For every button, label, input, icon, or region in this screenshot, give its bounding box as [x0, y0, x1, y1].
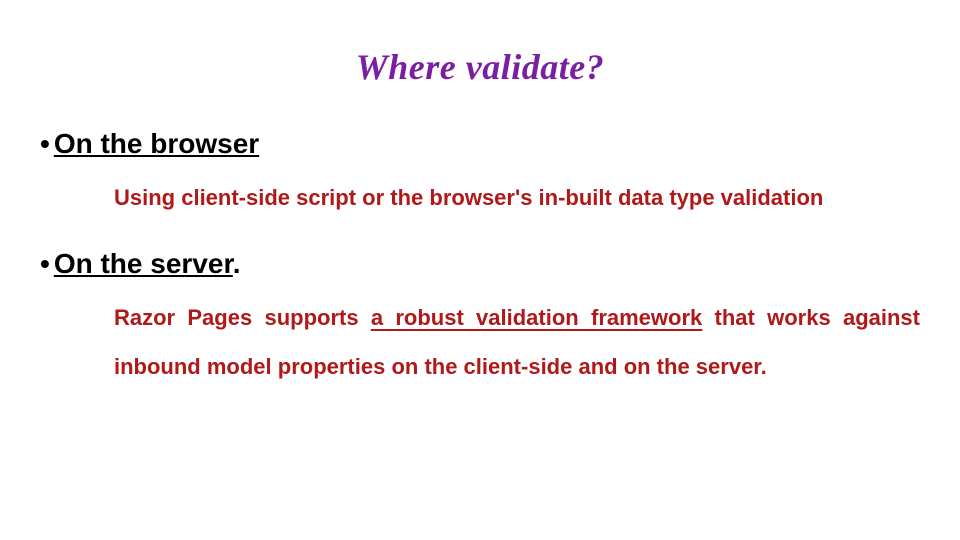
bullet-dot-icon: •	[40, 128, 50, 160]
bullet-server: • On the server.	[40, 248, 920, 280]
bullet-heading-trailing: .	[233, 248, 241, 279]
section-browser: • On the browser Using client-side scrip…	[40, 128, 920, 222]
bullet-dot-icon: •	[40, 248, 50, 280]
slide: Where validate? • On the browser Using c…	[0, 0, 960, 540]
desc-link: a robust validation framework	[371, 305, 702, 330]
bullet-heading: On the browser	[54, 128, 259, 159]
desc-text: Razor Pages supports	[114, 305, 371, 330]
slide-title: Where validate?	[40, 46, 920, 88]
bullet-browser: • On the browser	[40, 128, 920, 160]
desc-browser: Using client-side script or the browser'…	[114, 174, 920, 222]
desc-text: Using client-side script or the browser'…	[114, 185, 823, 210]
bullet-heading: On the server	[54, 248, 233, 279]
desc-server: Razor Pages supports a robust validation…	[114, 294, 920, 391]
section-server: • On the server. Razor Pages supports a …	[40, 248, 920, 391]
